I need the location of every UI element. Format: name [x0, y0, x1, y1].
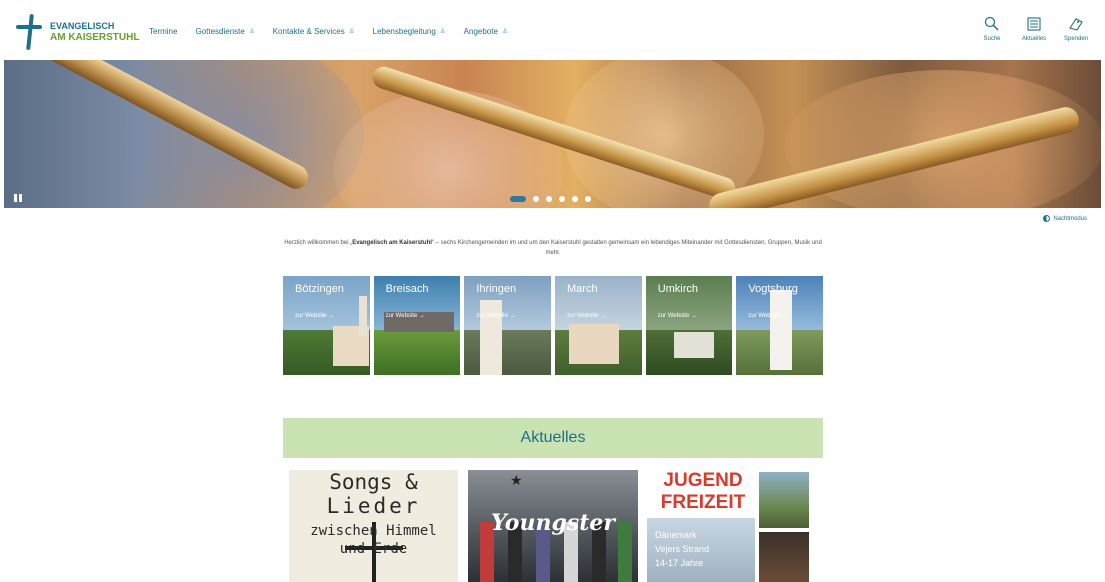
event-photo — [759, 532, 809, 582]
cross-logo-icon — [16, 13, 42, 51]
slider-dot[interactable] — [559, 196, 565, 202]
parish-grid: Bötzingen zur Website → Breisach zur Web… — [283, 276, 824, 375]
card-detail-2: Vejers Strand — [655, 544, 710, 554]
nav-item-label: Termine — [149, 27, 178, 36]
nav-item-termine[interactable]: Termine — [149, 27, 177, 36]
parish-link[interactable]: zur Website → — [295, 313, 334, 319]
card-detail-1: Dänemark — [655, 530, 697, 540]
aktuelles-title: Aktuelles — [520, 429, 586, 446]
card-title-2: FREIZEIT — [660, 492, 746, 513]
slider-dots — [510, 196, 591, 202]
parish-name: Vogtsburg — [748, 283, 798, 295]
night-mode-toggle[interactable]: Nachtmodus — [1043, 215, 1087, 222]
news-cards: Songs & Lieder zwischen Himmel und Erde … — [289, 470, 819, 582]
nav-item-label: Kontakte & Services — [272, 27, 345, 36]
parish-link[interactable]: zur Website → — [386, 313, 425, 319]
aktuelles-button[interactable]: Aktuelles — [1021, 16, 1047, 42]
parish-card-breisach[interactable]: Breisach zur Website → — [373, 276, 461, 375]
welcome-bold: Evangelisch am Kaiserstuhl — [352, 240, 432, 246]
slider-dot[interactable] — [546, 196, 552, 202]
card-detail-3: 14-17 Jahre — [655, 558, 704, 568]
contrast-icon — [1043, 215, 1051, 222]
parish-card-ihringen[interactable]: Ihringen zur Website → — [464, 276, 552, 375]
card-line-1: Songs & — [329, 470, 418, 494]
search-icon — [984, 16, 999, 31]
main-nav: Termine Gottesdienste ≚ Kontakte & Servi… — [149, 27, 508, 36]
logo-text: EVANGELISCH AM KAISERSTUHL — [50, 20, 139, 44]
nav-item-label: Lebensbegleitung — [372, 27, 436, 36]
parish-name: Bötzingen — [295, 283, 344, 295]
donate-icon — [1069, 18, 1083, 31]
nav-item-label: Gottesdienste — [195, 27, 245, 36]
nav-item-kontakte-services[interactable]: Kontakte & Services ≚ — [273, 27, 355, 36]
chevron-down-icon: ≚ — [439, 28, 446, 36]
night-mode-label: Nachtmodus — [1053, 215, 1087, 222]
search-button[interactable]: Suche — [979, 16, 1005, 42]
header-tools: Suche Aktuelles Spenden — [979, 16, 1089, 42]
slider-dot[interactable] — [585, 196, 591, 202]
aktuelles-header: Aktuelles — [283, 418, 823, 458]
nav-item-lebensbegleitung[interactable]: Lebensbegleitung ≚ — [373, 27, 446, 36]
nav-item-label: Angebote — [463, 27, 498, 36]
newspaper-icon — [1027, 17, 1041, 31]
chevron-down-icon: ≚ — [501, 28, 508, 36]
slider-dot[interactable] — [533, 196, 539, 202]
hero-slider — [4, 60, 1101, 208]
parish-name: Ihringen — [476, 283, 517, 295]
news-card-jugendfreizeit[interactable]: JUGEND FREIZEIT Dänemark Vejers Strand 1… — [647, 470, 816, 582]
donate-button[interactable]: Spenden — [1063, 16, 1089, 42]
star-icon: ★ — [510, 472, 523, 488]
site-logo[interactable]: EVANGELISCH AM KAISERSTUHL — [16, 13, 139, 51]
aktuelles-label: Aktuelles — [1021, 36, 1047, 42]
parish-name: March — [567, 283, 598, 295]
welcome-text: Herzlich willkommen bei „Evangelisch am … — [283, 238, 823, 258]
card-title: Youngster — [491, 510, 615, 536]
news-card-songs-lieder[interactable]: Songs & Lieder zwischen Himmel und Erde — [289, 470, 458, 582]
parish-name: Breisach — [385, 283, 429, 295]
parish-link[interactable]: zur Website → — [658, 313, 697, 319]
welcome-prefix: Herzlich willkommen bei „ — [284, 240, 353, 246]
parish-card-march[interactable]: March zur Website → — [555, 276, 642, 375]
card-line-2: Lieder — [326, 494, 421, 518]
slider-dot[interactable] — [572, 196, 578, 202]
parish-link[interactable]: zur Website → — [567, 313, 606, 319]
chevron-down-icon: ≚ — [248, 28, 255, 36]
parish-link[interactable]: zur Website → — [748, 313, 787, 319]
news-card-youngster[interactable]: ★ Youngster — [468, 470, 638, 582]
donate-label: Spenden — [1063, 36, 1089, 42]
parish-card-umkirch[interactable]: Umkirch zur Website → — [645, 276, 733, 375]
logo-line-1: EVANGELISCH — [50, 21, 115, 31]
site-header: EVANGELISCH AM KAISERSTUHL Termine Gotte… — [0, 0, 1105, 60]
card-title-1: JUGEND — [663, 470, 743, 491]
parish-card-boetzingen[interactable]: Bötzingen zur Website → — [283, 276, 370, 375]
nav-item-gottesdienste[interactable]: Gottesdienste ≚ — [195, 27, 254, 36]
slider-dot[interactable] — [510, 196, 526, 202]
parish-link[interactable]: zur Website → — [476, 313, 515, 319]
card-line-4: und Erde — [339, 541, 408, 557]
card-line-3: zwischen Himmel — [310, 523, 437, 539]
chevron-down-icon: ≚ — [348, 28, 355, 36]
logo-line-2: AM KAISERSTUHL — [50, 32, 140, 43]
parish-name: Umkirch — [657, 283, 699, 295]
group-photo — [759, 472, 809, 528]
nav-item-angebote[interactable]: Angebote ≚ — [464, 27, 508, 36]
welcome-suffix: “ – sechs Kirchengemeinden im und um den… — [431, 240, 822, 256]
pause-icon[interactable] — [14, 194, 22, 202]
search-label: Suche — [983, 36, 1001, 42]
parish-card-vogtsburg[interactable]: Vogtsburg zur Website → — [736, 276, 824, 375]
